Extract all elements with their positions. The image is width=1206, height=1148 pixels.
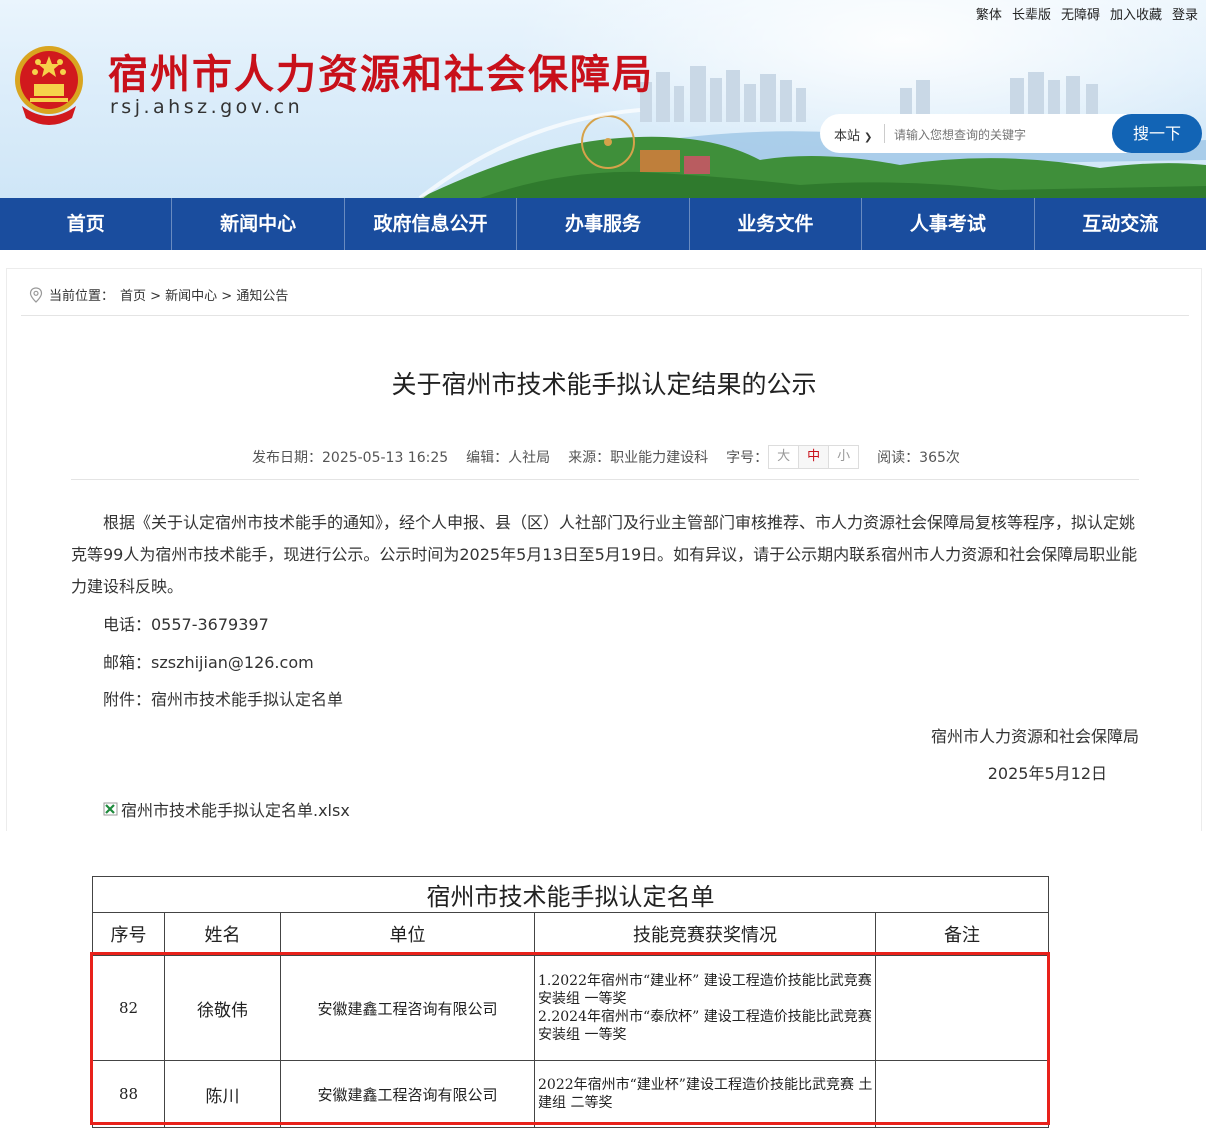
row-name: 徐敬伟 bbox=[164, 955, 281, 1061]
nav-item-gov-info[interactable]: 政府信息公开 bbox=[345, 198, 518, 250]
chevron-down-icon: ❯ bbox=[864, 132, 873, 143]
attachment-filename: 宿州市技术能手拟认定名单.xlsx bbox=[121, 801, 350, 820]
elder-mode-link[interactable]: 长辈版 bbox=[1012, 4, 1051, 23]
font-size-small[interactable]: 小 bbox=[829, 446, 858, 468]
header-banner: 宿州市人力资源和社会保障局 rsj.ahsz.gov.cn 繁体 长辈版 无障碍… bbox=[0, 0, 1206, 198]
search-button[interactable]: 搜一下 bbox=[1112, 114, 1202, 153]
accessibility-link[interactable]: 无障碍 bbox=[1061, 4, 1100, 23]
header-note: 备注 bbox=[874, 912, 1050, 956]
header-unit: 单位 bbox=[280, 912, 535, 956]
search-divider bbox=[884, 124, 885, 143]
table-row: 82 徐敬伟 安徽建鑫工程咨询有限公司 1.2022年宿州市“建业杯” 建设工程… bbox=[92, 955, 1050, 1061]
row-awards: 2022年宿州市“建业杯”建设工程造价技能比武竞赛 土建组 二等奖 bbox=[534, 1060, 876, 1128]
login-link[interactable]: 登录 bbox=[1172, 4, 1198, 23]
location-pin-icon bbox=[29, 286, 43, 303]
site-title: 宿州市人力资源和社会保障局 bbox=[108, 52, 654, 98]
signature-date: 2025年5月12日 bbox=[987, 764, 1107, 783]
row-note bbox=[874, 955, 1050, 1061]
article-title: 关于宿州市技术能手拟认定结果的公示 bbox=[391, 370, 817, 399]
editor: 编辑：人社局 bbox=[466, 450, 551, 466]
signature-org: 宿州市人力资源和社会保障局 bbox=[930, 727, 1139, 746]
row-unit: 安徽建鑫工程咨询有限公司 bbox=[280, 955, 535, 1061]
publish-date: 发布日期：2025-05-13 16:25 bbox=[252, 450, 449, 466]
excel-file-icon bbox=[103, 802, 118, 816]
font-size-large[interactable]: 大 bbox=[769, 446, 800, 468]
row-no: 88 bbox=[92, 1060, 165, 1128]
breadcrumb-path[interactable]: 首页 > 新闻中心 > 通知公告 bbox=[120, 285, 288, 304]
nav-item-exams[interactable]: 人事考试 bbox=[862, 198, 1035, 250]
table-row: 88 陈川 安徽建鑫工程咨询有限公司 2022年宿州市“建业杯”建设工程造价技能… bbox=[92, 1060, 1050, 1128]
site-url: rsj.ahsz.gov.cn bbox=[110, 96, 304, 118]
header-name: 姓名 bbox=[164, 912, 281, 956]
font-size-medium[interactable]: 中 bbox=[799, 446, 830, 468]
article-panel: 当前位置： 首页 > 新闻中心 > 通知公告 关于宿州市技术能手拟认定结果的公示… bbox=[6, 268, 1202, 831]
search-scope-select[interactable]: 本站 ❯ bbox=[834, 125, 872, 144]
contact-email: 邮箱：szszhijian@126.com bbox=[103, 653, 314, 672]
nav-item-services[interactable]: 办事服务 bbox=[517, 198, 690, 250]
nav-item-interaction[interactable]: 互动交流 bbox=[1035, 198, 1206, 250]
attachment-note: 附件：宿州市技术能手拟认定名单 bbox=[103, 690, 344, 709]
table-header-row: 序号 姓名 单位 技能竞赛获奖情况 备注 bbox=[92, 912, 1050, 956]
font-size-label: 字号： bbox=[726, 450, 769, 466]
breadcrumb: 当前位置： 首页 > 新闻中心 > 通知公告 bbox=[29, 285, 288, 304]
traditional-chinese-link[interactable]: 繁体 bbox=[976, 4, 1002, 23]
search-input[interactable] bbox=[892, 123, 1136, 147]
search-scope-label: 本站 bbox=[834, 129, 861, 144]
header-awards: 技能竞赛获奖情况 bbox=[534, 912, 876, 956]
candidate-table: 宿州市技术能手拟认定名单 序号 姓名 单位 技能竞赛获奖情况 备注 82 徐敬伟… bbox=[91, 876, 1050, 1128]
add-favorite-link[interactable]: 加入收藏 bbox=[1110, 4, 1162, 23]
award-line: 1.2022年宿州市“建业杯” 建设工程造价技能比武竞赛 安装组 一等奖 bbox=[538, 973, 872, 1007]
national-emblem-logo bbox=[15, 46, 83, 125]
attachment-link[interactable]: 宿州市技术能手拟认定名单.xlsx bbox=[103, 797, 350, 821]
row-no: 82 bbox=[92, 955, 165, 1061]
breadcrumb-divider bbox=[21, 315, 1189, 316]
search-bar: 本站❯ 搜一下 bbox=[820, 114, 1202, 153]
article-paragraph: 根据《关于认定宿州市技术能手的通知》，经个人申报、县（区）人社部门及行业主管部门… bbox=[71, 513, 1138, 596]
row-awards: 1.2022年宿州市“建业杯” 建设工程造价技能比武竞赛 安装组 一等奖 2.2… bbox=[534, 955, 876, 1061]
breadcrumb-prefix: 当前位置： bbox=[49, 289, 115, 304]
article-meta: 发布日期：2025-05-13 16:25 编辑：人社局 来源：职业能力建设科 … bbox=[252, 445, 978, 469]
top-links: 繁体 长辈版 无障碍 加入收藏 登录 bbox=[976, 4, 1198, 23]
header-no: 序号 bbox=[92, 912, 165, 956]
award-line: 2022年宿州市“建业杯”建设工程造价技能比武竞赛 土建组 二等奖 bbox=[538, 1077, 873, 1111]
view-count: 阅读：365次 bbox=[877, 450, 960, 466]
table-caption: 宿州市技术能手拟认定名单 bbox=[91, 876, 1050, 913]
attachment-table-image: 宿州市技术能手拟认定名单 序号 姓名 单位 技能竞赛获奖情况 备注 82 徐敬伟… bbox=[90, 876, 1050, 1128]
award-line: 2.2024年宿州市“泰欣杯” 建设工程造价技能比武竞赛 安装组 一等奖 bbox=[538, 1009, 872, 1043]
row-note bbox=[874, 1060, 1050, 1128]
meta-divider bbox=[71, 479, 1139, 480]
search-box: 本站 ❯ bbox=[820, 114, 1150, 153]
source: 来源：职业能力建设科 bbox=[568, 450, 709, 466]
font-size-switcher: 大 中 小 bbox=[768, 445, 860, 469]
row-unit: 安徽建鑫工程咨询有限公司 bbox=[280, 1060, 535, 1128]
nav-item-news[interactable]: 新闻中心 bbox=[172, 198, 345, 250]
main-nav: 首页 新闻中心 政府信息公开 办事服务 业务文件 人事考试 互动交流 bbox=[0, 198, 1206, 250]
nav-item-documents[interactable]: 业务文件 bbox=[690, 198, 863, 250]
nav-item-home[interactable]: 首页 bbox=[0, 198, 173, 250]
row-name: 陈川 bbox=[164, 1060, 281, 1128]
contact-phone: 电话：0557-3679397 bbox=[103, 615, 269, 634]
